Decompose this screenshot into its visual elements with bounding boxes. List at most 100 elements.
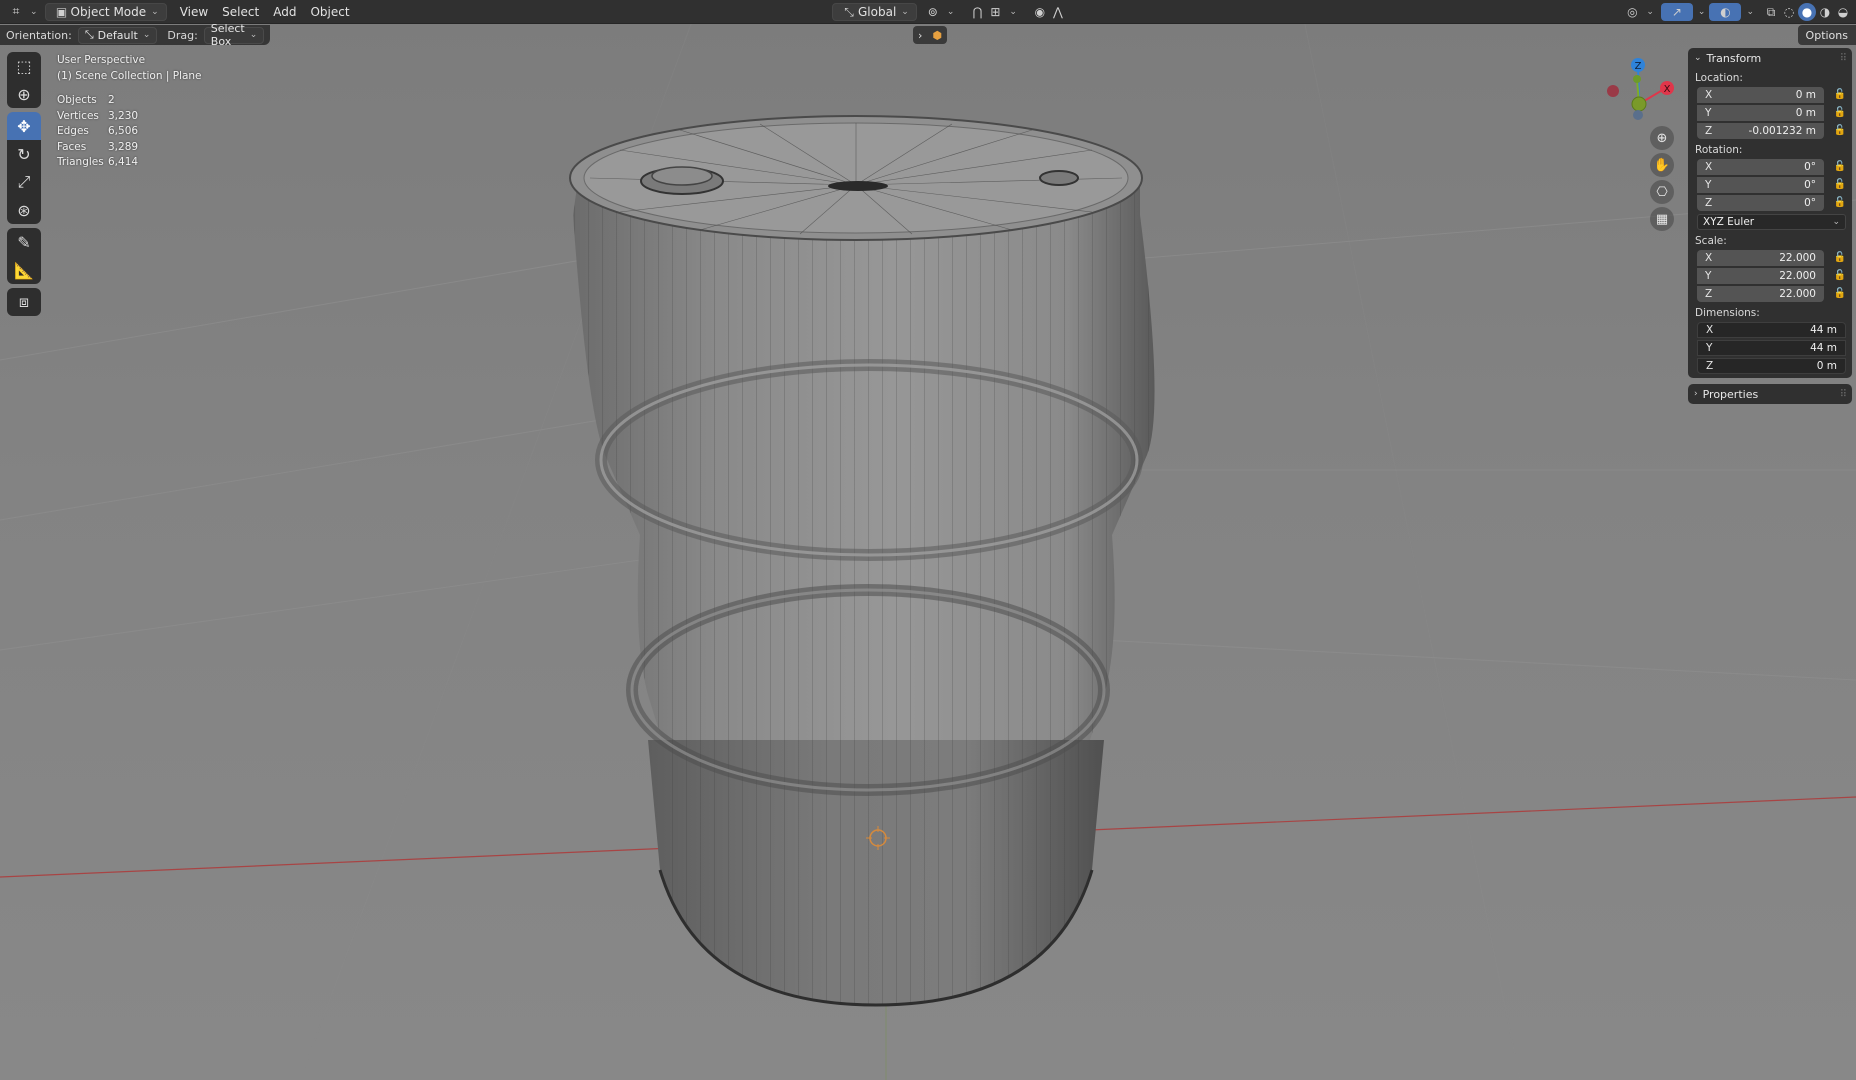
select-box-icon: ⬚: [16, 56, 32, 76]
falloff-icon: ⋀: [1053, 5, 1063, 19]
lock-icon[interactable]: 🔓: [1824, 288, 1846, 299]
transform-panel-header[interactable]: ⌄ Transform ⠿: [1688, 48, 1852, 68]
magnet-icon: ⋂: [972, 5, 983, 19]
properties-panel: › Properties ⠿: [1688, 384, 1852, 404]
scale-z-field[interactable]: Z 22.000: [1697, 285, 1824, 302]
scale-icon: ⤢: [17, 172, 31, 191]
menu-view[interactable]: View: [173, 3, 215, 21]
gizmo-y-axis: [1631, 96, 1647, 112]
transform-icon: ⊛: [17, 200, 31, 220]
hand-icon: ✋: [1653, 157, 1671, 173]
pencil-icon: ✎: [17, 232, 31, 252]
axes-icon: ⌗: [12, 4, 20, 18]
orientation-dropdown[interactable]: ⤡ Default ⌄: [77, 26, 158, 44]
gizmo-z-label: Z: [1635, 61, 1642, 72]
asset-shelf-toggle[interactable]: › ⬢: [913, 26, 947, 44]
stat-row: Triangles 6,414: [57, 156, 139, 168]
viewport-header: ⌗ ⌄ ▣ Object Mode ⌄ View Select Add Objec…: [0, 0, 1856, 24]
properties-title: Properties: [1702, 387, 1759, 401]
dimensions-x-field[interactable]: X 44 m: [1697, 321, 1846, 338]
pivot-point-button[interactable]: ⊚ ⌄: [917, 3, 962, 21]
dimensions-y-field[interactable]: Y 44 m: [1697, 339, 1846, 356]
lock-icon[interactable]: 🔓: [1824, 252, 1846, 263]
rendered-shading-icon[interactable]: ◒: [1834, 3, 1852, 21]
object-mode-icon: ▣: [55, 4, 68, 19]
menu-add[interactable]: Add: [266, 3, 303, 21]
transform-panel: ⌄ Transform ⠿ Location: X0 m 🔓 Y0 m 🔓 Z-…: [1688, 48, 1852, 378]
properties-panel-header[interactable]: › Properties ⠿: [1688, 384, 1852, 404]
drag-grip-icon[interactable]: ⠿: [1840, 389, 1847, 400]
annotate-tool[interactable]: ✎: [7, 228, 41, 256]
editor-type-button[interactable]: ⌗ ⌄: [0, 3, 45, 21]
add-cube-icon: ⧈: [18, 292, 30, 311]
rotation-y-field[interactable]: Y 0°: [1697, 176, 1824, 193]
menu-object[interactable]: Object: [303, 3, 356, 21]
transform-tool[interactable]: ⊛: [7, 196, 41, 224]
scale-tool[interactable]: ⤢: [7, 168, 41, 196]
location-z-field[interactable]: Z -0.001232 m: [1697, 122, 1824, 139]
mode-dropdown[interactable]: ▣ Object Mode ⌄: [44, 2, 167, 21]
navigation-gizmo[interactable]: Z X: [1590, 55, 1680, 135]
solid-shading-icon[interactable]: ●: [1798, 3, 1816, 21]
add-cube-tool[interactable]: ⧈: [7, 288, 41, 316]
scale-x-field[interactable]: X 22.000: [1697, 249, 1824, 266]
proportional-edit-button[interactable]: ◉ ⋀: [1024, 3, 1074, 21]
gizmo-x-label: X: [1664, 84, 1671, 95]
left-toolbar: ⬚ ⊕ ✥ ↻ ⤢ ⊛ ✎ 📐 ⧈: [7, 52, 43, 316]
perspective-toggle-button[interactable]: ▦: [1650, 207, 1674, 231]
lock-icon[interactable]: 🔓: [1824, 161, 1846, 172]
chevron-down-icon: ⌄: [1832, 217, 1840, 227]
rotation-mode-dropdown[interactable]: XYZ Euler ⌄: [1697, 214, 1846, 230]
lock-icon[interactable]: 🔓: [1824, 125, 1846, 136]
location-x-field[interactable]: X0 m: [1697, 86, 1824, 103]
rotation-x-field[interactable]: X 0°: [1697, 158, 1824, 175]
cursor-icon: ⊕: [17, 84, 31, 104]
chevron-down-icon: ⌄: [142, 30, 151, 40]
cursor-tool[interactable]: ⊕: [7, 80, 41, 108]
stat-row: Objects 2: [57, 94, 115, 106]
move-icon: ✥: [17, 116, 31, 136]
gizmo-toggle[interactable]: ↗: [1660, 3, 1693, 21]
pivot-icon: ⊚: [927, 5, 938, 19]
scale-label: Scale:: [1695, 235, 1727, 247]
lock-icon[interactable]: 🔓: [1824, 270, 1846, 281]
viewport-navigation-buttons: ⊕ ✋ ⎔ ▦: [1650, 126, 1674, 234]
location-y-field[interactable]: Y0 m: [1697, 104, 1824, 121]
pan-button[interactable]: ✋: [1650, 153, 1674, 177]
move-tool[interactable]: ✥: [7, 112, 41, 140]
zoom-icon: ⊕: [1656, 130, 1668, 146]
grid-icon: ▦: [1655, 211, 1669, 227]
measure-tool[interactable]: 📐: [7, 256, 41, 284]
lock-icon[interactable]: 🔓: [1824, 197, 1846, 208]
drag-dropdown[interactable]: Select Box ⌄: [203, 22, 265, 48]
stat-row: Vertices 3,230: [57, 109, 139, 122]
orientation-icon: ⤡: [84, 28, 94, 41]
lock-icon[interactable]: 🔓: [1824, 107, 1846, 118]
visibility-button[interactable]: ◎ ⌄: [1616, 3, 1661, 21]
overlays-toggle[interactable]: ◐: [1709, 3, 1742, 21]
lock-icon[interactable]: 🔓: [1824, 89, 1846, 100]
transform-orientation-dropdown[interactable]: ⤡ Global ⌄: [832, 3, 917, 21]
options-button[interactable]: Options: [1797, 25, 1856, 45]
zoom-button[interactable]: ⊕: [1650, 126, 1674, 150]
wireframe-shading-icon[interactable]: ◌: [1780, 3, 1798, 21]
lock-icon[interactable]: 🔓: [1824, 179, 1846, 190]
3d-viewport[interactable]: [0, 0, 1856, 1080]
scale-y-field[interactable]: Y 22.000: [1697, 267, 1824, 284]
chevron-down-icon: ⌄: [1694, 53, 1702, 63]
snap-button[interactable]: ⋂ ⊞ ⌄: [961, 3, 1024, 21]
camera-view-button[interactable]: ⎔: [1650, 180, 1674, 204]
chevron-down-icon: ⌄: [249, 30, 258, 40]
material-shading-icon[interactable]: ◑: [1816, 3, 1834, 21]
drag-grip-icon[interactable]: ⠿: [1840, 53, 1847, 64]
menu-select[interactable]: Select: [215, 3, 266, 21]
xray-icon[interactable]: ⧉: [1762, 3, 1780, 21]
rotate-tool[interactable]: ↻: [7, 140, 41, 168]
dimensions-z-field[interactable]: Z0 m: [1697, 357, 1846, 374]
chevron-down-icon: ⌄: [151, 6, 159, 17]
rotation-z-field[interactable]: Z 0°: [1697, 194, 1824, 211]
snap-increment-icon: ⊞: [990, 5, 1001, 19]
select-box-tool[interactable]: ⬚: [7, 52, 41, 80]
sidebar-n-panel: ⌄ Transform ⠿ Location: X0 m 🔓 Y0 m 🔓 Z-…: [1688, 48, 1852, 408]
drag-value: Select Box: [210, 22, 245, 48]
